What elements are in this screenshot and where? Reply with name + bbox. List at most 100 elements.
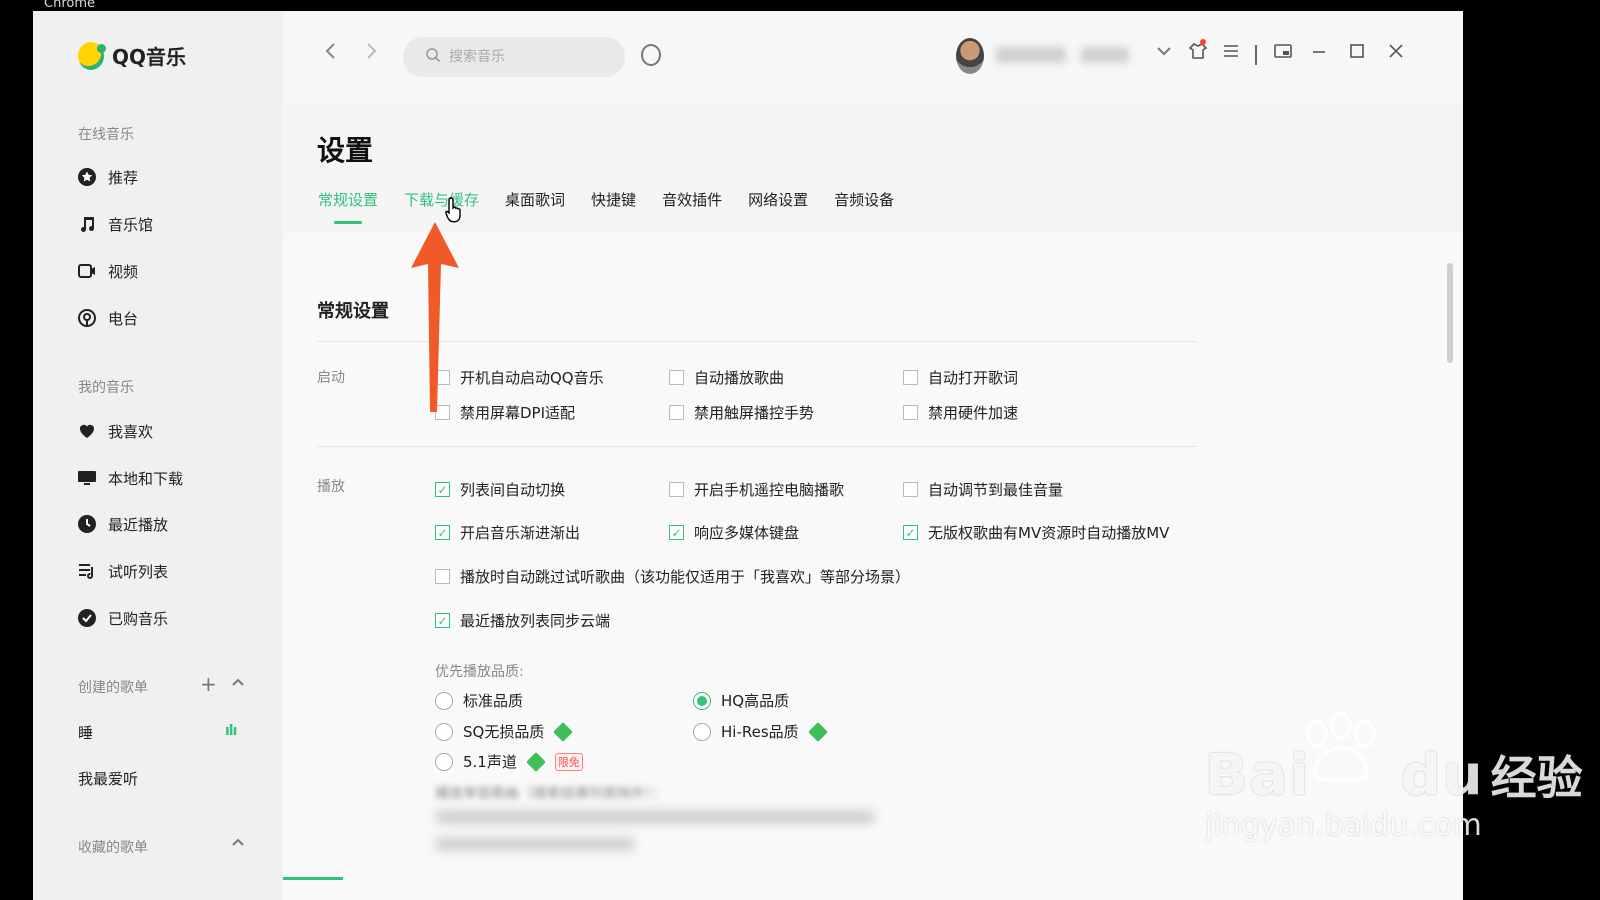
radio-5-1[interactable]: 5.1声道 限免 xyxy=(435,751,583,772)
tab-audio-device[interactable]: 音频设备 xyxy=(834,189,894,216)
sidebar-item-label: 本地和下载 xyxy=(108,469,184,488)
radio-icon xyxy=(76,307,98,329)
radio-dot xyxy=(693,722,711,741)
radio-sq[interactable]: SQ无损品质 xyxy=(435,721,574,742)
radio-dot xyxy=(435,722,453,741)
collapse-created-chevron-up-icon[interactable] xyxy=(230,671,246,695)
add-playlist-icon[interactable]: + xyxy=(200,672,217,696)
checkbox-box: ✓ xyxy=(903,525,918,540)
checkbox-label: 无版权歌曲有MV资源时自动播放MV xyxy=(928,524,1170,542)
checkbox-label: 开启手机遥控电脑播歌 xyxy=(694,481,845,499)
sidebar-item-music-hall[interactable]: 音乐馆 xyxy=(76,208,266,240)
checkbox-auto-volume[interactable]: 自动调节到最佳音量 xyxy=(903,479,1063,500)
checkbox-phone-remote[interactable]: 开启手机遥控电脑播歌 xyxy=(669,479,844,500)
page-title: 设置 xyxy=(317,134,374,167)
checkbox-auto-start[interactable]: 开机自动启动QQ音乐 xyxy=(435,367,604,388)
online-music-title: 在线音乐 xyxy=(78,127,134,143)
sidebar-item-local-download[interactable]: 本地和下载 xyxy=(76,462,266,494)
checkbox-auto-play[interactable]: 自动播放歌曲 xyxy=(669,367,784,388)
radio-label: 5.1声道 xyxy=(463,753,517,771)
maximize-icon[interactable] xyxy=(1348,41,1366,65)
sidebar-item-label: 音乐馆 xyxy=(108,215,154,234)
tab-general[interactable]: 常规设置 xyxy=(318,189,378,224)
checkbox-skip-trial[interactable]: 播放时自动跳过试听歌曲（该功能仅适用于「我喜欢」等部分场景） xyxy=(435,566,910,587)
radio-label: SQ无损品质 xyxy=(463,723,545,741)
checkbox-auto-mv[interactable]: ✓ 无版权歌曲有MV资源时自动播放MV xyxy=(903,522,1169,543)
username-blurred xyxy=(996,47,1066,63)
checkbox-box xyxy=(435,569,450,584)
blurred-option xyxy=(435,837,635,851)
divider xyxy=(317,446,1197,447)
radio-dot xyxy=(435,691,453,710)
settings-tabs: 常规设置 下载与缓存 桌面歌词 快捷键 音效插件 网络设置 音频设备 xyxy=(318,189,920,224)
checkbox-fade[interactable]: ✓ 开启音乐渐进渐出 xyxy=(435,522,580,543)
tab-desktop-lyrics[interactable]: 桌面歌词 xyxy=(505,189,565,216)
mini-mode-icon[interactable] xyxy=(1273,41,1293,66)
checkbox-label: 开启音乐渐进渐出 xyxy=(460,524,581,542)
tab-shortcuts[interactable]: 快捷键 xyxy=(591,189,636,216)
close-icon[interactable] xyxy=(1387,41,1405,65)
radio-hq[interactable]: HQ高品质 xyxy=(693,690,789,711)
playlist-icon xyxy=(76,560,98,582)
free-limited-badge: 限免 xyxy=(554,752,583,771)
sidebar-item-label: 视频 xyxy=(108,262,139,281)
sidebar-item-recommend[interactable]: 推荐 xyxy=(76,161,266,193)
radio-dot xyxy=(693,691,711,710)
star-icon xyxy=(76,166,98,188)
tab-network[interactable]: 网络设置 xyxy=(748,189,808,216)
sidebar-item-label: 已购音乐 xyxy=(108,609,169,628)
account-dropdown-chevron-down-icon[interactable] xyxy=(1155,41,1173,65)
checkbox-label: 禁用屏幕DPI适配 xyxy=(460,404,576,422)
sidebar-item-purchased[interactable]: 已购音乐 xyxy=(76,602,266,634)
sidebar-item-label: 推荐 xyxy=(108,168,139,187)
checkbox-label: 自动调节到最佳音量 xyxy=(928,481,1064,499)
checkbox-label: 自动播放歌曲 xyxy=(694,369,785,387)
checkbox-label: 播放时自动跳过试听歌曲（该功能仅适用于「我喜欢」等部分场景） xyxy=(460,568,911,586)
checkbox-box xyxy=(669,405,684,420)
search-icon xyxy=(425,47,441,67)
checkbox-auto-lyrics[interactable]: 自动打开歌词 xyxy=(903,367,1018,388)
checkbox-media-keys[interactable]: ✓ 响应多媒体键盘 xyxy=(669,522,799,543)
checkbox-label: 开机自动启动QQ音乐 xyxy=(460,369,604,387)
search-box[interactable] xyxy=(403,37,625,77)
checkbox-box xyxy=(903,482,918,497)
radio-standard[interactable]: 标准品质 xyxy=(435,690,523,711)
watermark-url: jingyan.baidu.com xyxy=(1205,808,1482,843)
sidebar-item-label: 最近播放 xyxy=(108,515,169,534)
playing-equalizer-icon: ılı xyxy=(225,723,237,739)
vip-diamond-icon xyxy=(807,721,828,742)
back-chevron-left-icon[interactable] xyxy=(323,41,339,67)
minimize-icon[interactable] xyxy=(1310,41,1328,65)
tab-download-cache[interactable]: 下载与缓存 xyxy=(404,189,479,216)
checkbox-sync-recent[interactable]: ✓ 最近播放列表同步云端 xyxy=(435,610,610,631)
sidebar-item-radio[interactable]: 电台 xyxy=(76,302,266,334)
sidebar-item-favorites[interactable]: 我喜欢 xyxy=(76,415,266,447)
radio-hires[interactable]: Hi-Res品质 xyxy=(693,721,828,742)
skin-shirt-icon[interactable] xyxy=(1188,41,1208,66)
sidebar-item-recent[interactable]: 最近播放 xyxy=(76,508,266,540)
checkbox-box xyxy=(669,370,684,385)
search-input[interactable] xyxy=(449,49,609,65)
checkbox-auto-switch-list[interactable]: ✓ 列表间自动切换 xyxy=(435,479,565,500)
checkbox-disable-hw-accel[interactable]: 禁用硬件加速 xyxy=(903,402,1018,423)
voice-search-icon[interactable] xyxy=(641,44,661,66)
sidebar-item-video[interactable]: 视频 xyxy=(76,255,266,287)
topbar xyxy=(283,11,1463,101)
scrollbar-thumb[interactable] xyxy=(1447,263,1453,363)
checkbox-box: ✓ xyxy=(435,613,450,628)
forward-chevron-right-icon[interactable] xyxy=(363,41,379,67)
tab-sound-effects[interactable]: 音效插件 xyxy=(662,189,722,216)
collapse-collected-chevron-up-icon[interactable] xyxy=(230,831,246,855)
sidebar-item-trial-list[interactable]: 试听列表 xyxy=(76,555,266,587)
radio-dot xyxy=(435,752,453,771)
playlist-item[interactable]: 睡 xyxy=(78,722,93,743)
collected-playlists-title: 收藏的歌单 xyxy=(78,840,148,856)
playlist-item[interactable]: 我最爱听 xyxy=(78,768,138,789)
radio-label: 标准品质 xyxy=(463,692,524,710)
user-avatar[interactable] xyxy=(956,38,984,74)
startup-label: 启动 xyxy=(317,370,345,386)
menu-icon[interactable] xyxy=(1221,41,1241,66)
checkbox-box: ✓ xyxy=(435,525,450,540)
checkbox-disable-touch-gesture[interactable]: 禁用触屏播控手势 xyxy=(669,402,814,423)
app-logo[interactable]: QQ音乐 xyxy=(78,41,186,70)
